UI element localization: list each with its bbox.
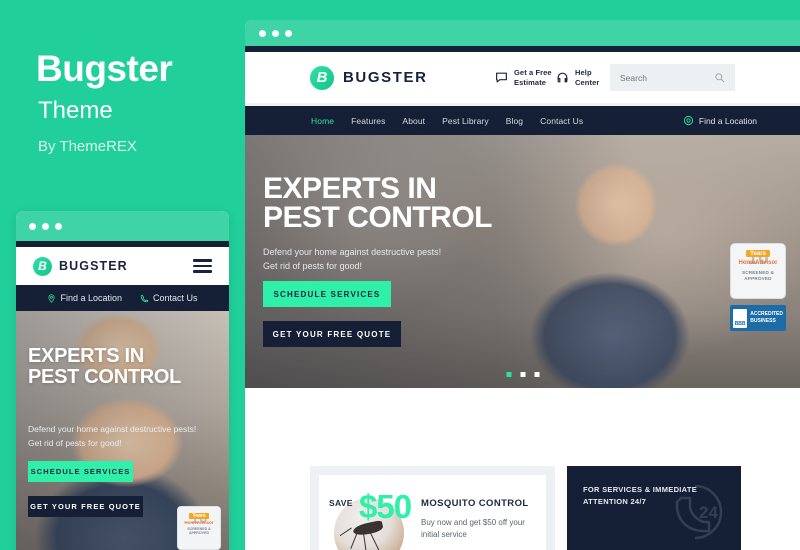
mobile-contact-us-label: Contact Us [153, 293, 198, 303]
get-free-estimate-label: Get a Free Estimate [514, 68, 552, 87]
mobile-badge-years: Years [189, 512, 209, 519]
desktop-preview-browser: B BUGSTER Get a Free Estimate Help Center [245, 20, 800, 550]
schedule-services-button[interactable]: SCHEDULE SERVICES [263, 281, 391, 307]
location-pin-icon [683, 115, 693, 126]
slider-dot-1[interactable] [506, 372, 511, 377]
hero-slider: EXPERTS IN PEST CONTROL Defend your home… [245, 135, 800, 388]
call-card-eyebrow: FOR SERVICES & IMMEDIATE ATTENTION 24/7 [583, 485, 698, 506]
browser-chrome-dot-1[interactable] [259, 29, 266, 37]
save-label: SAVE [329, 498, 353, 508]
mobile-hero-title-line2: PEST CONTROL [28, 366, 182, 388]
chrome-dot-1 [29, 222, 36, 230]
mobile-badge-brand: HomeAdvisor [184, 519, 214, 525]
chrome-dot-2 [42, 222, 49, 230]
homeadvisor-badge: 10 Years HomeAdvisor SCREENED & APPROVED [730, 243, 786, 299]
mobile-navbar: Find a Location Contact Us [16, 285, 229, 311]
call-us-card: 24 FOR SERVICES & IMMEDIATE ATTENTION 24/… [567, 466, 741, 550]
hero-subtitle-line1: Defend your home against destructive pes… [263, 247, 442, 257]
mobile-badge-status: SCREENED & APPROVED [187, 526, 211, 536]
search-box[interactable] [610, 64, 735, 91]
author-credit: By ThemeREX [38, 138, 137, 155]
nav-item-blog[interactable]: Blog [506, 116, 523, 126]
mosquito-card-inner: SAVE $50 MOSQUITO CONTROL Buy now and ge… [319, 475, 546, 550]
nav-item-contact-us[interactable]: Contact Us [540, 116, 583, 126]
mobile-logo[interactable]: B BUGSTER [33, 256, 128, 276]
help-center-label: Help Center [575, 68, 600, 87]
hero-title-line2: PEST CONTROL [263, 201, 493, 234]
nav-item-about[interactable]: About [402, 116, 425, 126]
mobile-free-quote-button[interactable]: GET YOUR FREE QUOTE [28, 496, 143, 517]
mosquito-visual: SAVE $50 [329, 488, 412, 550]
page-title: Bugster [36, 48, 173, 89]
site-logo-text: BUGSTER [343, 69, 428, 86]
bbb-badge-text: ACCREDITED BUSINESS [750, 311, 783, 324]
mobile-browser-chrome [16, 211, 229, 241]
slider-dot-3[interactable] [534, 372, 539, 377]
save-amount: $50 [359, 488, 412, 525]
nav-find-a-location[interactable]: Find a Location [683, 115, 757, 126]
get-free-estimate-action[interactable]: Get a Free Estimate [495, 68, 552, 87]
slider-dots [506, 372, 539, 377]
nav-item-home[interactable]: Home [311, 116, 334, 126]
mosquito-card-text: MOSQUITO CONTROL Buy now and get $50 off… [411, 488, 536, 550]
mobile-find-location-label: Find a Location [60, 293, 122, 303]
nav-links: Home Features About Pest Library Blog Co… [311, 116, 600, 126]
mobile-contact-us[interactable]: Contact Us [140, 293, 198, 303]
site-header: B BUGSTER Get a Free Estimate Help Center [245, 52, 800, 103]
mobile-hero-title-line1: EXPERTS IN [28, 345, 144, 367]
bug-logo-icon: B [310, 65, 334, 90]
slider-dot-2[interactable] [520, 372, 525, 377]
homeadvisor-badge-brand: HomeAdvisor [738, 260, 778, 267]
browser-chrome-bar [245, 20, 800, 46]
mobile-find-location[interactable]: Find a Location [47, 293, 122, 303]
homeadvisor-badge-years: Years [745, 250, 771, 258]
browser-chrome-dot-3[interactable] [285, 29, 292, 37]
mobile-hero-section: EXPERTS IN PEST CONTROL Defend your home… [16, 311, 229, 550]
mobile-preview-mockup: B BUGSTER Find a Location Contact Us EXP… [16, 211, 229, 550]
bbb-logo-icon: BBB [733, 308, 748, 328]
help-center-action[interactable]: Help Center [556, 68, 599, 87]
search-input[interactable] [620, 72, 710, 83]
mobile-hero-subtitle-line1: Defend your home against destructive pes… [28, 424, 197, 434]
mosquito-card-description: Buy now and get $50 off your initial ser… [421, 518, 525, 540]
nav-find-a-location-label: Find a Location [698, 115, 757, 126]
hero-subtitle-line2: Get rid of pests for good! [263, 261, 363, 271]
mobile-site-header: B BUGSTER [16, 247, 229, 285]
nav-item-features[interactable]: Features [351, 116, 385, 126]
headset-icon [557, 72, 568, 83]
mobile-schedule-services-button[interactable]: SCHEDULE SERVICES [28, 461, 133, 482]
phone-icon [140, 294, 149, 302]
mosquito-card-title: MOSQUITO CONTROL [421, 498, 529, 509]
hamburger-menu-icon[interactable] [193, 259, 212, 273]
chrome-dot-3 [55, 222, 62, 230]
bbb-accredited-badge: BBB ACCREDITED BUSINESS [730, 305, 786, 331]
mobile-homeadvisor-badge: 10 Years HomeAdvisor SCREENED &APPROVED [177, 506, 221, 550]
page-subtitle: Theme [38, 97, 113, 124]
browser-chrome-dot-2[interactable] [272, 29, 279, 37]
location-pin-icon [48, 293, 55, 303]
site-navigation: Home Features About Pest Library Blog Co… [245, 106, 800, 135]
promo-cards-row: SAVE $50 MOSQUITO CONTROL Buy now and ge… [245, 450, 800, 550]
bug-logo-icon: B [33, 256, 52, 276]
mosquito-control-card: SAVE $50 MOSQUITO CONTROL Buy now and ge… [310, 466, 555, 550]
homeadvisor-badge-status: SCREENED & APPROVED [741, 270, 775, 281]
site-logo[interactable]: B BUGSTER [310, 65, 428, 90]
mobile-hero-subtitle-line2: Get rid of pests for good! [28, 438, 122, 448]
promo-panel: Bugster Theme By ThemeREX B BUGSTER Find… [0, 0, 245, 550]
get-free-quote-button[interactable]: GET YOUR FREE QUOTE [263, 321, 401, 347]
speech-bubble-icon [496, 72, 507, 83]
nav-item-pest-library[interactable]: Pest Library [442, 116, 489, 126]
mobile-logo-text: BUGSTER [59, 259, 128, 273]
magnifier-icon[interactable] [714, 72, 725, 83]
